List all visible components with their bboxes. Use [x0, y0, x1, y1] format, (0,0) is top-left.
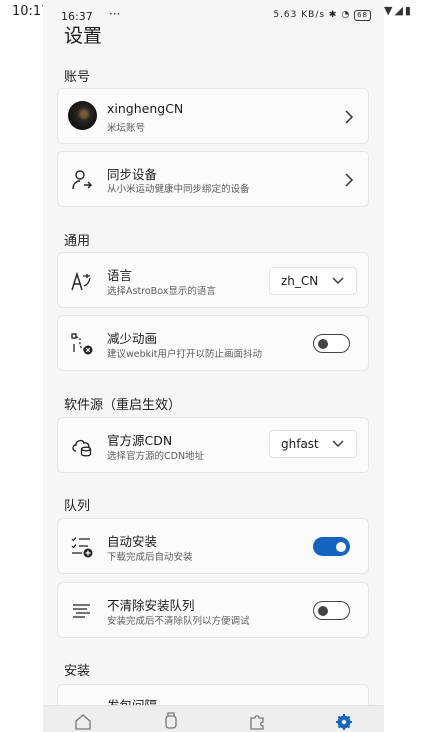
account-username: xinghengCN	[107, 101, 184, 116]
auto-install-subtitle: 下载完成后自动安装	[107, 552, 193, 563]
net-speed: 5.63 KB/s	[273, 10, 326, 20]
cloud-db-icon	[72, 439, 92, 457]
section-install: 安装	[64, 664, 91, 679]
auto-install-title: 自动安装	[107, 534, 158, 549]
wifi-icon: ◔	[341, 10, 351, 20]
chevron-down-icon	[332, 440, 344, 447]
puzzle-icon[interactable]	[248, 712, 266, 730]
cdn-title: 官方源CDN	[107, 433, 173, 448]
toggle-knob	[318, 338, 328, 349]
watch-icon[interactable]	[162, 712, 180, 730]
keep-queue-title: 不清除安装队列	[107, 598, 195, 613]
toggle-knob	[318, 605, 328, 616]
sync-subtitle: 从小米运动健康中同步绑定的设备	[107, 184, 250, 195]
language-card: 语言 选择AstroBox显示的语言 zh_CN	[57, 252, 369, 308]
avatar	[68, 101, 97, 130]
app-window: 16:37 ··· 5.63 KB/s ✱ ◔ 68 设置 账号 xinghen…	[43, 0, 384, 732]
user-sync-icon	[72, 170, 92, 190]
cdn-subtitle: 选择官方源的CDN地址	[107, 451, 205, 462]
language-select[interactable]: zh_CN	[269, 267, 357, 295]
keep-queue-subtitle: 安装完成后不清除队列以方便调试	[107, 616, 250, 627]
language-select-value: zh_CN	[281, 274, 319, 288]
language-subtitle: 选择AstroBox显示的语言	[107, 286, 216, 297]
more-notifications-icon: ···	[109, 7, 121, 21]
section-queue: 队列	[64, 499, 91, 514]
chevron-down-icon	[332, 277, 344, 284]
cdn-select[interactable]: ghfast	[269, 430, 357, 458]
bluetooth-icon: ✱	[328, 10, 338, 20]
path-icon	[71, 333, 93, 355]
chevron-right-icon	[345, 173, 354, 187]
section-account: 账号	[64, 70, 91, 85]
settings-icon[interactable]	[335, 712, 353, 730]
sync-devices-card[interactable]: 同步设备 从小米运动健康中同步绑定的设备	[57, 151, 369, 207]
keep-queue-toggle[interactable]	[313, 601, 350, 620]
reduce-motion-title: 减少动画	[107, 331, 158, 346]
reduce-motion-toggle[interactable]	[313, 334, 350, 353]
toggle-knob	[336, 541, 346, 552]
battery-icon: 68	[354, 10, 371, 21]
section-general: 通用	[64, 234, 91, 249]
auto-install-toggle[interactable]	[313, 537, 350, 556]
page-title: 设置	[64, 25, 103, 47]
cdn-card: 官方源CDN 选择官方源的CDN地址 ghfast	[57, 417, 369, 473]
checklist-add-icon	[71, 537, 93, 558]
reduce-motion-subtitle: 建议webkit用户打开以防止画面抖动	[107, 349, 263, 360]
outer-status-icons: ▼◢▮	[384, 4, 413, 17]
translate-icon	[71, 271, 91, 291]
reduce-motion-card: 减少动画 建议webkit用户打开以防止画面抖动	[57, 315, 369, 371]
auto-install-card: 自动安装 下载完成后自动安装	[57, 518, 369, 574]
bottom-nav	[43, 705, 384, 732]
account-card[interactable]: xinghengCN 米坛账号	[57, 88, 369, 144]
cdn-select-value: ghfast	[281, 437, 319, 451]
home-icon[interactable]	[74, 712, 92, 730]
language-title: 语言	[107, 268, 133, 283]
inner-status-icons: 5.63 KB/s ✱ ◔ 68	[273, 10, 371, 21]
account-subtitle: 米坛账号	[107, 123, 146, 134]
chevron-right-icon	[345, 110, 354, 124]
section-source: 软件源（重启生效）	[64, 398, 182, 413]
inner-status-bar: 16:37 ··· 5.63 KB/s ✱ ◔ 68	[61, 7, 371, 24]
keep-queue-card: 不清除安装队列 安装完成后不清除队列以方便调试	[57, 582, 369, 638]
list-clear-icon	[73, 604, 90, 618]
